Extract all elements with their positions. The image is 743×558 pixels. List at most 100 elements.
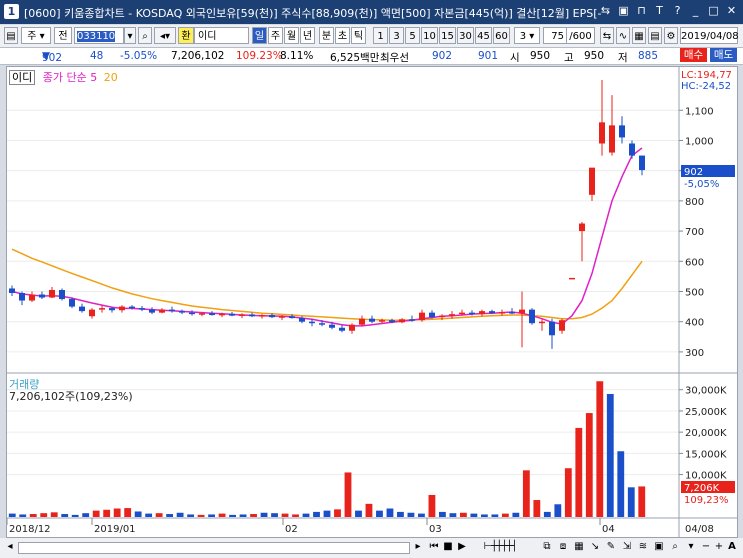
help-icon[interactable]: ? <box>670 3 685 19</box>
period-minute-button[interactable]: 분 <box>319 27 334 44</box>
zoom-in-icon[interactable]: + <box>713 539 725 555</box>
play-icon[interactable]: ▶ <box>456 539 468 555</box>
minute-1-button[interactable]: 1 <box>373 27 388 44</box>
current-price-axis: 902 <box>684 167 703 178</box>
candle-body <box>79 306 85 312</box>
volume-bar <box>103 509 111 517</box>
price-change-pct: -5.05% <box>120 50 158 62</box>
print-icon[interactable]: ▤ <box>648 27 662 44</box>
minute-60-button[interactable]: 60 <box>493 27 510 44</box>
period-month-button[interactable]: 월 <box>284 27 299 44</box>
volume-bar <box>344 472 352 517</box>
count-input[interactable]: 75 <box>543 27 567 44</box>
search-icon[interactable]: ⌕ <box>138 27 152 44</box>
volume-bar <box>439 511 446 517</box>
period-type-select[interactable]: 전 <box>54 27 72 44</box>
candle-body <box>369 318 375 322</box>
app-icon[interactable]: 1 <box>4 4 19 19</box>
candle-body <box>219 313 225 316</box>
period-week-button[interactable]: 주 <box>268 27 283 44</box>
period-second-button[interactable]: 초 <box>335 27 350 44</box>
candle-body <box>69 299 75 307</box>
candle-body <box>479 311 485 315</box>
volume-bar <box>292 514 299 517</box>
volume-bar <box>480 514 488 517</box>
volume-bar <box>281 513 289 517</box>
zoom-out-icon[interactable]: − <box>700 539 712 555</box>
maximize-icon[interactable]: □ <box>706 3 721 19</box>
price-tick-label: 400 <box>685 318 704 329</box>
minute-30-button[interactable]: 30 <box>457 27 474 44</box>
chart-scrollbar[interactable] <box>18 542 410 554</box>
link-icon[interactable]: ⇆ <box>598 3 613 19</box>
volume-bar <box>386 508 394 517</box>
currency-tag[interactable]: 환 <box>178 27 194 44</box>
candle-body <box>469 312 475 315</box>
chart-area[interactable]: 1,1001,000900800700600500400300 30,000K2… <box>6 66 738 538</box>
price-axis: 1,1001,000900800700600500400300 <box>679 106 714 359</box>
measure-icon[interactable]: ⇲ <box>620 539 634 555</box>
close-icon[interactable]: ✕ <box>724 3 739 19</box>
volume-bar <box>554 504 562 517</box>
minute-5-button[interactable]: 5 <box>405 27 420 44</box>
volume-tick-label: 20,000K <box>685 428 727 439</box>
candle-body <box>259 315 265 317</box>
candle-body <box>449 314 455 316</box>
zoom-icon[interactable]: ⌕ <box>668 539 682 555</box>
volume-bar <box>155 513 163 517</box>
fib-icon[interactable]: ≋ <box>636 539 650 555</box>
speed-slider[interactable]: ⊢┼┼┼┼┤ <box>470 539 530 555</box>
code-dropdown-icon[interactable]: ▾ <box>124 27 136 44</box>
layout-icon[interactable]: ▤ <box>4 27 18 44</box>
candle-body <box>629 143 635 156</box>
minute-45-button[interactable]: 45 <box>475 27 492 44</box>
candle-body <box>399 319 405 323</box>
scroll-left-icon[interactable]: ◂ <box>4 539 16 555</box>
volume-bar <box>355 510 362 517</box>
ma20-path <box>11 248 643 321</box>
minute-15-button[interactable]: 15 <box>439 27 456 44</box>
market-select[interactable]: 주 ▾ <box>21 27 51 44</box>
settings-icon[interactable]: ⚙ <box>664 27 678 44</box>
font-icon[interactable]: T <box>652 3 667 19</box>
table-icon[interactable]: ▦ <box>572 539 586 555</box>
sound-icon[interactable]: ◂▾ <box>154 27 176 44</box>
copy-icon[interactable]: ⧉ <box>540 539 554 555</box>
legend-stock-name[interactable]: 이디 <box>9 70 36 85</box>
minute-3-button[interactable]: 3 <box>389 27 404 44</box>
pin-icon[interactable]: ⊓ <box>634 3 649 19</box>
chart-legend: 이디 종가 단순 5 20 <box>9 69 118 85</box>
grid-icon[interactable]: ▦ <box>632 27 646 44</box>
first-icon[interactable]: ⏮ <box>428 539 440 555</box>
scroll-right-icon[interactable]: ▸ <box>412 539 424 555</box>
sell-button[interactable]: 매도 <box>710 48 737 62</box>
step-select[interactable]: 3 ▾ <box>514 27 540 44</box>
trend-icon[interactable]: ↘ <box>588 539 602 555</box>
buy-button[interactable]: 매수 <box>680 48 707 62</box>
toolbar: ▤ 주 ▾ 전 033110 ▾ ⌕ ◂▾ 환 이디 일 주 월 년 분 초 틱… <box>0 25 743 48</box>
zoom-dropdown-icon[interactable]: ▾ <box>684 539 698 555</box>
price-change: 48 <box>90 50 104 62</box>
candle-body <box>189 312 195 315</box>
window-icon[interactable]: ⧈ <box>556 539 570 555</box>
candle-body <box>39 294 45 298</box>
period-tick-button[interactable]: 틱 <box>351 27 366 44</box>
save-icon[interactable]: ▣ <box>616 3 631 19</box>
candle-body <box>309 321 315 324</box>
date-input[interactable]: 2019/04/08 <box>680 27 739 44</box>
volume-tick-label: 25,000K <box>685 407 727 418</box>
scroll-icon[interactable]: ⇆ <box>600 27 614 44</box>
save-chart-icon[interactable]: ▣ <box>652 539 666 555</box>
stop-icon[interactable]: ■ <box>442 539 454 555</box>
stock-code-input[interactable]: 033110 <box>74 27 124 44</box>
stock-chart[interactable]: 1,1001,000900800700600500400300 30,000K2… <box>7 67 737 537</box>
minute-10-button[interactable]: 10 <box>421 27 438 44</box>
indicator-icon[interactable]: ∿ <box>616 27 630 44</box>
minimize-icon[interactable]: _ <box>688 3 703 19</box>
period-year-button[interactable]: 년 <box>300 27 315 44</box>
period-day-button[interactable]: 일 <box>252 27 267 44</box>
font-size-icon[interactable]: A <box>726 539 738 555</box>
high-price: 950 <box>584 50 605 62</box>
volume-bar <box>617 451 625 517</box>
draw-icon[interactable]: ✎ <box>604 539 618 555</box>
